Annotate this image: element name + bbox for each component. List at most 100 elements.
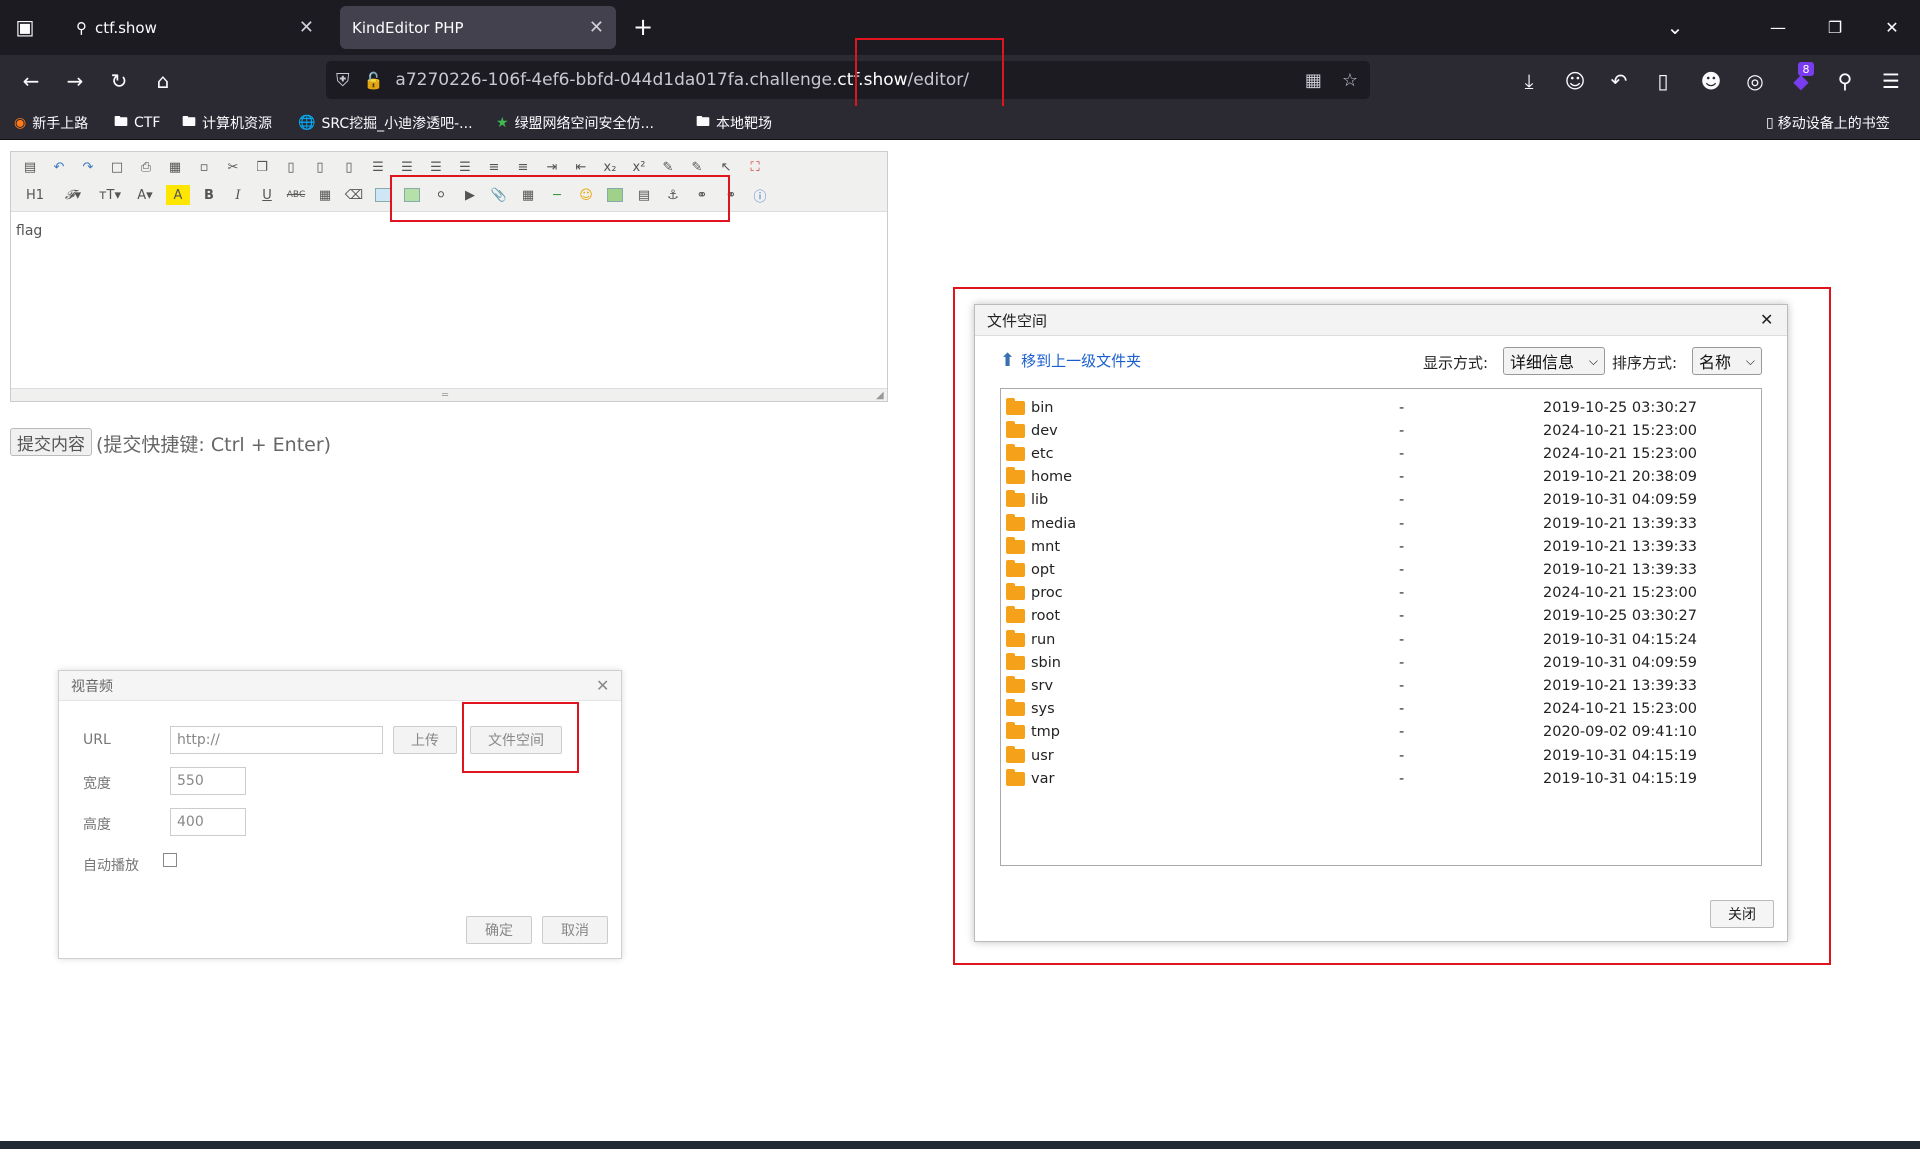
line-height-icon[interactable]: ▦ bbox=[315, 185, 335, 205]
align-justify-icon[interactable]: ☰ bbox=[455, 157, 475, 177]
window-close-icon[interactable]: ✕ bbox=[1872, 12, 1912, 42]
font-color-icon[interactable]: A▾ bbox=[133, 185, 157, 205]
height-input[interactable]: 400 bbox=[170, 808, 246, 836]
superscript-icon[interactable]: x² bbox=[629, 157, 649, 177]
bookmark-folder[interactable]: 🖿 本地靶场 bbox=[696, 111, 772, 135]
file-row[interactable]: srv - 2019-10-21 13:39:33 bbox=[1006, 674, 1756, 697]
chevron-down-icon[interactable]: ⌄ bbox=[1660, 12, 1690, 42]
close-button[interactable]: 关闭 bbox=[1710, 900, 1774, 928]
code-icon[interactable]: ▫ bbox=[194, 157, 214, 177]
outdent-icon[interactable]: ⇤ bbox=[571, 157, 591, 177]
file-row[interactable]: dev - 2024-10-21 15:23:00 bbox=[1006, 419, 1756, 442]
autoplay-checkbox[interactable] bbox=[163, 853, 177, 867]
restore-icon[interactable]: ❐ bbox=[1815, 12, 1855, 42]
bookmark-item[interactable]: ★ 绿盟网络空间安全仿... bbox=[496, 111, 654, 135]
qr-code-icon[interactable]: ▦ bbox=[1305, 70, 1322, 91]
close-icon[interactable]: ✕ bbox=[299, 17, 314, 38]
file-row[interactable]: root - 2019-10-25 03:30:27 bbox=[1006, 605, 1756, 628]
file-row[interactable]: lib - 2019-10-31 04:09:59 bbox=[1006, 489, 1756, 512]
upload-button[interactable]: 上传 bbox=[393, 726, 457, 754]
file-row[interactable]: sys - 2024-10-21 15:23:00 bbox=[1006, 698, 1756, 721]
remove-format-icon[interactable]: ⌫ bbox=[344, 185, 364, 205]
redo-icon[interactable]: ↷ bbox=[78, 157, 98, 177]
minimize-icon[interactable]: — bbox=[1758, 12, 1798, 42]
sort-select[interactable]: 名称 ⌵ bbox=[1692, 347, 1762, 375]
close-icon[interactable]: ✕ bbox=[1760, 310, 1773, 329]
select-all-icon[interactable]: ↖ bbox=[716, 157, 736, 177]
align-right-icon[interactable]: ☰ bbox=[426, 157, 446, 177]
shield-icon[interactable]: ⛨ bbox=[336, 70, 350, 91]
file-row[interactable]: var - 2019-10-31 04:15:19 bbox=[1006, 767, 1756, 790]
about-icon[interactable]: ⓘ bbox=[750, 185, 770, 205]
tab-ctfshow[interactable]: ⚲ ctf.show ✕ bbox=[64, 6, 326, 49]
file-row[interactable]: opt - 2019-10-21 13:39:33 bbox=[1006, 558, 1756, 581]
go-up-link[interactable]: ⬆ 移到上一级文件夹 bbox=[1000, 350, 1141, 371]
ok-button[interactable]: 确定 bbox=[466, 916, 532, 944]
tab-list-icon[interactable]: ▣ bbox=[10, 12, 40, 42]
unordered-list-icon[interactable]: ≡ bbox=[513, 157, 533, 177]
file-row[interactable]: media - 2019-10-21 13:39:33 bbox=[1006, 512, 1756, 535]
bookmark-item[interactable]: ◉ 新手上路 bbox=[14, 111, 88, 135]
italic-icon[interactable]: I bbox=[228, 185, 248, 205]
strikethrough-icon[interactable]: ABC bbox=[286, 185, 306, 205]
close-icon[interactable]: ✕ bbox=[589, 17, 604, 38]
download-icon[interactable]: ⤓ bbox=[1514, 66, 1544, 96]
font-family-icon[interactable]: 𝓕▾ bbox=[59, 185, 87, 205]
print-icon[interactable]: ⎙ bbox=[136, 157, 156, 177]
bookmark-folder[interactable]: 🖿 CTF bbox=[114, 111, 160, 135]
underline-icon[interactable]: U bbox=[257, 185, 277, 205]
file-row[interactable]: tmp - 2020-09-02 09:41:10 bbox=[1006, 721, 1756, 744]
bookmark-star-icon[interactable]: ☆ bbox=[1342, 70, 1358, 91]
cut-icon[interactable]: ✂ bbox=[223, 157, 243, 177]
submit-button[interactable]: 提交内容 bbox=[10, 428, 92, 456]
paste-icon[interactable]: ▯ bbox=[281, 157, 301, 177]
clear-html-icon[interactable]: ✎ bbox=[658, 157, 678, 177]
fullscreen-icon[interactable]: ⛶ bbox=[745, 157, 765, 177]
extensions-puzzle-icon[interactable]: ▯ bbox=[1648, 66, 1678, 96]
view-mode-select[interactable]: 详细信息 ⌵ bbox=[1503, 347, 1605, 375]
template-icon[interactable]: ▦ bbox=[165, 157, 185, 177]
mobile-bookmarks[interactable]: ▯ 移动设备上的书签 bbox=[1766, 111, 1890, 135]
reload-icon[interactable]: ↻ bbox=[104, 66, 134, 96]
file-row[interactable]: run - 2019-10-31 04:15:24 bbox=[1006, 628, 1756, 651]
file-row[interactable]: sbin - 2019-10-31 04:09:59 bbox=[1006, 651, 1756, 674]
close-icon[interactable]: ✕ bbox=[596, 676, 609, 695]
extension-glasses-icon[interactable]: ◎ bbox=[1740, 66, 1770, 96]
forward-arrow-icon[interactable]: → bbox=[60, 66, 90, 96]
file-row[interactable]: etc - 2024-10-21 15:23:00 bbox=[1006, 442, 1756, 465]
menu-hamburger-icon[interactable]: ☰ bbox=[1876, 66, 1906, 96]
preview-icon[interactable]: □ bbox=[107, 157, 127, 177]
file-row[interactable]: bin - 2019-10-25 03:30:27 bbox=[1006, 396, 1756, 419]
source-icon[interactable]: ▤ bbox=[20, 157, 40, 177]
back-arrow-icon[interactable]: ← bbox=[16, 66, 46, 96]
cancel-button[interactable]: 取消 bbox=[542, 916, 608, 944]
subscript-icon[interactable]: x₂ bbox=[600, 157, 620, 177]
corner-resize-icon[interactable]: ◢ bbox=[876, 390, 884, 401]
bookmark-folder[interactable]: 🖿 计算机资源 bbox=[182, 111, 272, 135]
highlight-color-icon[interactable]: A bbox=[166, 185, 190, 205]
resize-handle-icon[interactable]: ═ bbox=[442, 390, 448, 401]
paste-word-icon[interactable]: ▯ bbox=[339, 157, 359, 177]
file-row[interactable]: mnt - 2019-10-21 13:39:33 bbox=[1006, 535, 1756, 558]
paste-plain-icon[interactable]: ▯ bbox=[310, 157, 330, 177]
url-input[interactable]: http:// bbox=[170, 726, 383, 754]
account-icon[interactable]: ☺ bbox=[1560, 66, 1590, 96]
lock-icon[interactable]: 🔓 bbox=[364, 71, 384, 90]
indent-icon[interactable]: ⇥ bbox=[542, 157, 562, 177]
quick-format-icon[interactable]: ✎ bbox=[687, 157, 707, 177]
home-icon[interactable]: ⌂ bbox=[148, 66, 178, 96]
align-center-icon[interactable]: ☰ bbox=[397, 157, 417, 177]
font-size-icon[interactable]: ᴛT▾ bbox=[96, 185, 124, 205]
new-tab-plus-icon[interactable]: + bbox=[628, 12, 658, 42]
bold-icon[interactable]: B bbox=[199, 185, 219, 205]
align-left-icon[interactable]: ☰ bbox=[368, 157, 388, 177]
copy-icon[interactable]: ❐ bbox=[252, 157, 272, 177]
extension-search-icon[interactable]: ⚲ bbox=[1830, 66, 1860, 96]
undo-arrow-icon[interactable]: ↶ bbox=[1604, 66, 1634, 96]
file-row[interactable]: home - 2019-10-21 20:38:09 bbox=[1006, 466, 1756, 489]
bookmark-item[interactable]: 🌐 SRC挖掘_小迪渗透吧-... bbox=[298, 111, 473, 135]
extension-avatar-icon[interactable]: ☻ bbox=[1696, 66, 1726, 96]
ordered-list-icon[interactable]: ≡ bbox=[484, 157, 504, 177]
tab-kindeditor[interactable]: KindEditor PHP ✕ bbox=[340, 6, 616, 49]
heading-button[interactable]: H1 bbox=[20, 185, 50, 205]
